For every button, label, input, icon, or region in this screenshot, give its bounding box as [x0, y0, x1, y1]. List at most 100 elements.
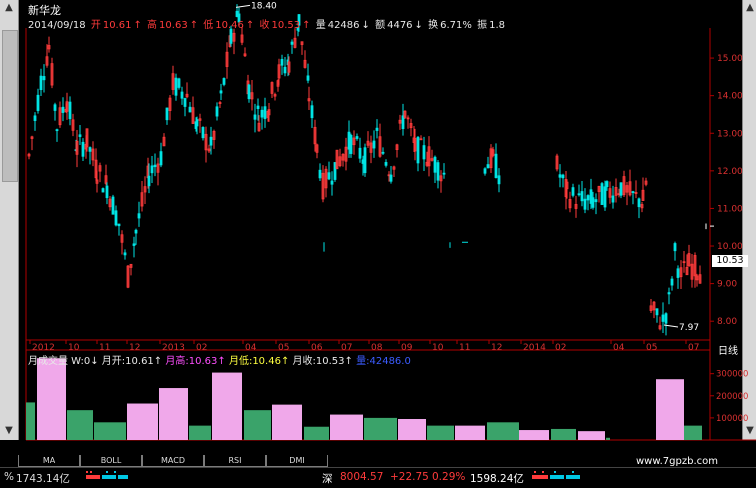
candle-body	[591, 197, 595, 208]
status-amount: 1743.14亿	[16, 473, 70, 485]
kline-chart[interactable]: 15.00 14.00 13.00 12.00 11.00 10.00 9.00 8.00 20…	[0, 0, 756, 470]
candle-body	[53, 104, 57, 111]
candle-body	[195, 119, 199, 127]
tab-rsi[interactable]: RSI	[204, 455, 266, 467]
volume-bar	[487, 422, 519, 440]
price-tick-label: 8.00	[717, 317, 737, 327]
period-label[interactable]: 日线	[718, 342, 738, 357]
candle-body	[619, 182, 623, 196]
candle-body	[101, 188, 105, 193]
candle-body	[280, 59, 284, 66]
candle-body	[310, 105, 314, 119]
candle-body	[631, 191, 635, 194]
current-price-tag: 10.53	[712, 255, 748, 267]
candle-body	[676, 268, 680, 278]
down-arrow-icon: ↓	[361, 20, 370, 31]
candle-body	[147, 175, 151, 187]
low-label: 低	[203, 20, 214, 31]
up-arrow-icon: ↑	[344, 356, 353, 367]
candle-body	[215, 106, 219, 117]
price-tick-label: 14.00	[717, 92, 743, 102]
candle-body	[117, 223, 121, 227]
candle-body	[375, 127, 379, 131]
candle-body	[389, 174, 393, 182]
volume-bar	[127, 403, 158, 440]
candle-body	[114, 210, 118, 226]
candle-body	[433, 156, 437, 173]
volume-bar	[67, 410, 93, 440]
up-arrow-icon: ↑	[153, 356, 163, 367]
candle-body	[229, 28, 233, 44]
candle-body	[165, 107, 169, 121]
candle-body	[486, 164, 490, 169]
price-tick-label: 15.00	[717, 54, 743, 64]
up-arrow-icon: ↑	[280, 356, 290, 367]
tab-macd[interactable]: MACD	[142, 455, 204, 467]
min-price-label: 7.97	[679, 323, 699, 333]
candle-body	[42, 76, 46, 81]
candle-body	[132, 243, 136, 246]
month-open: 月开:10.61	[101, 356, 154, 367]
candle-body	[55, 129, 59, 132]
candle-body	[174, 77, 178, 96]
volume-bar	[656, 379, 684, 440]
high-label: 高	[147, 20, 158, 31]
candle-body	[561, 174, 565, 179]
amount-label: 额	[375, 20, 386, 31]
candle-body	[306, 75, 310, 81]
volume-bar	[455, 425, 485, 440]
volume-label: 量	[315, 20, 326, 31]
candle-body	[494, 153, 498, 178]
candle-body	[422, 145, 426, 160]
down-arrow-icon: ↓	[414, 20, 423, 31]
ohlc-bar: 2014/09/18 开 10.61 ↑ 高 10.63 ↑ 低 10.46 ↑ 收 10.5…	[28, 16, 507, 31]
up-arrow-icon: ↑	[189, 20, 199, 31]
month-volume: 量:42486.0	[356, 356, 411, 367]
candle-body	[655, 308, 659, 316]
time-tick-label: 04	[613, 343, 625, 353]
candle-body	[183, 98, 187, 107]
candle-body	[583, 198, 587, 210]
high-value: 10.63	[159, 20, 188, 31]
candle-body	[123, 252, 127, 256]
watermark: www.7gpzb.com	[636, 456, 718, 467]
up-arrow-icon: ↑	[302, 20, 311, 31]
time-tick-label: 05	[646, 343, 657, 353]
down-arrow-icon: ↓	[90, 356, 99, 367]
stock-chart-window: ▲ ▼ ▲ ▼ 15.00 14.00 13.00 12.00 11.00 10.00 9.…	[0, 0, 756, 488]
candle-body	[137, 213, 141, 219]
candle-body	[88, 147, 92, 152]
volume-bar	[37, 358, 66, 440]
candle-body	[134, 229, 138, 234]
candle-body	[222, 78, 226, 85]
candle-body	[586, 195, 590, 201]
candle-body	[558, 174, 562, 178]
volume-tick-label: 300000	[716, 370, 748, 380]
candle-body	[180, 91, 184, 99]
index-change: +22.75	[390, 471, 429, 483]
open-label: 开	[90, 20, 101, 31]
candle-body	[253, 114, 257, 120]
volume-bar	[94, 422, 126, 440]
candle-body	[497, 175, 501, 185]
up-arrow-icon: ↑	[245, 20, 255, 31]
candle-body	[355, 136, 359, 139]
volume-bar	[244, 410, 271, 440]
candle-body	[436, 162, 440, 181]
candle-body	[330, 180, 334, 185]
candle-body	[219, 90, 223, 94]
candle-body	[290, 41, 294, 45]
candle-body	[150, 165, 154, 174]
candle-body	[571, 187, 575, 196]
volume-bar	[272, 404, 302, 440]
candle-body	[327, 172, 331, 180]
candle-body	[247, 84, 251, 100]
tab-ma[interactable]: MA	[18, 455, 80, 467]
low-value: 10.46	[215, 20, 244, 31]
candle-body	[36, 94, 40, 111]
volume-bar	[398, 419, 426, 440]
tab-dmi[interactable]: DMI	[266, 455, 328, 467]
tab-boll[interactable]: BOLL	[80, 455, 142, 467]
time-tick-label: 2014	[523, 343, 546, 353]
candle-body	[61, 106, 65, 113]
